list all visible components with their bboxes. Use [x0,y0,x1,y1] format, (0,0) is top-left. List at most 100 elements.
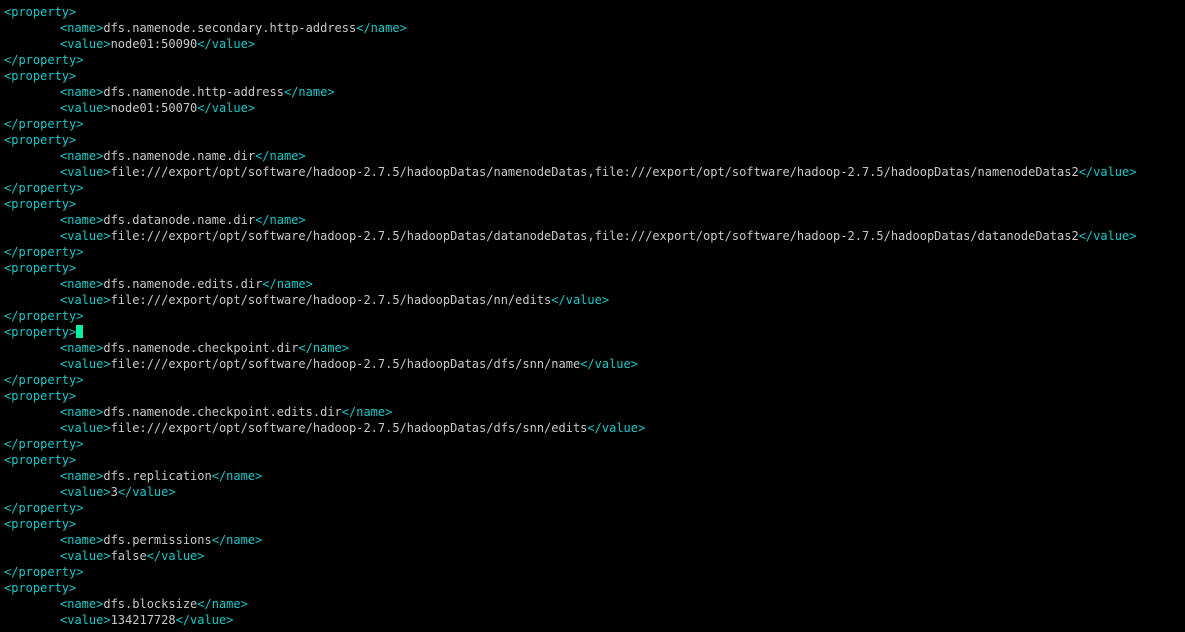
code-line: <property> [4,388,1181,404]
xml-tag: </value> [587,421,645,435]
code-line: <name>dfs.namenode.edits.dir</name> [4,276,1181,292]
xml-tag: <value> [60,293,111,307]
code-line: <value>file:///export/opt/software/hadoo… [4,356,1181,372]
xml-tag: <name> [60,597,103,611]
xml-tag: </name> [255,213,306,227]
xml-tag: <name> [60,213,103,227]
code-line: <value>node01:50070</value> [4,100,1181,116]
xml-tag: <name> [60,533,103,547]
xml-tag: </name> [298,341,349,355]
xml-tag: </value> [1079,165,1137,179]
xml-tag: </property> [4,181,83,195]
xml-tag: </value> [1079,229,1137,243]
xml-tag: </name> [197,597,248,611]
xml-tag: </property> [4,117,83,131]
xml-text: dfs.replication [103,469,211,483]
code-line: <value>file:///export/opt/software/hadoo… [4,164,1181,180]
xml-tag: </property> [4,565,83,579]
xml-tag: <value> [60,549,111,563]
code-line: <property> [4,580,1181,596]
xml-text: dfs.namenode.edits.dir [103,277,262,291]
code-line: </property> [4,308,1181,324]
xml-text: node01:50070 [111,101,198,115]
xml-tag: </property> [4,53,83,67]
xml-text: dfs.permissions [103,533,211,547]
code-line: <value>3</value> [4,484,1181,500]
xml-tag: </property> [4,373,83,387]
xml-tag: </property> [4,245,83,259]
xml-tag: <name> [60,341,103,355]
xml-tag: </value> [580,357,638,371]
code-line: <property> [4,260,1181,276]
xml-tag: </value> [197,37,255,51]
code-line: <name>dfs.namenode.http-address</name> [4,84,1181,100]
code-line: <property> [4,324,1181,340]
code-line: <property> [4,4,1181,20]
xml-tag: <value> [60,613,111,627]
xml-tag: </name> [212,533,263,547]
code-line: </property> [4,564,1181,580]
xml-text: file:///export/opt/software/hadoop-2.7.5… [111,357,581,371]
code-line: </property> [4,436,1181,452]
code-line: <name>dfs.namenode.name.dir</name> [4,148,1181,164]
xml-tag: <value> [60,421,111,435]
code-line: <name>dfs.blocksize</name> [4,596,1181,612]
xml-tag: <property> [4,261,76,275]
xml-text: dfs.datanode.name.dir [103,213,255,227]
code-line: <value>false</value> [4,548,1181,564]
code-line: </property> [4,244,1181,260]
code-line: <value>file:///export/opt/software/hadoo… [4,228,1181,244]
code-line: <value>file:///export/opt/software/hadoo… [4,420,1181,436]
xml-tag: </name> [212,469,263,483]
xml-text: dfs.namenode.checkpoint.edits.dir [103,405,341,419]
xml-tag: <property> [4,453,76,467]
xml-text: node01:50090 [111,37,198,51]
code-line: </property> [4,180,1181,196]
xml-tag: <property> [4,5,76,19]
xml-text: 134217728 [111,613,176,627]
xml-tag: <name> [60,405,103,419]
code-line: </property> [4,52,1181,68]
code-line: <name>dfs.namenode.checkpoint.dir</name> [4,340,1181,356]
xml-tag: <value> [60,485,111,499]
xml-text: file:///export/opt/software/hadoop-2.7.5… [111,293,552,307]
xml-text: file:///export/opt/software/hadoop-2.7.5… [111,165,1079,179]
xml-tag: </name> [262,277,313,291]
xml-text: file:///export/opt/software/hadoop-2.7.5… [111,229,1079,243]
xml-tag: </property> [4,501,83,515]
xml-text: dfs.namenode.name.dir [103,149,255,163]
code-line: <property> [4,196,1181,212]
xml-tag: <name> [60,277,103,291]
code-line: <name>dfs.datanode.name.dir</name> [4,212,1181,228]
xml-tag: </property> [4,437,83,451]
xml-text: dfs.namenode.checkpoint.dir [103,341,298,355]
code-line: <name>dfs.namenode.checkpoint.edits.dir<… [4,404,1181,420]
xml-tag: <property> [4,389,76,403]
xml-text: file:///export/opt/software/hadoop-2.7.5… [111,421,588,435]
text-cursor [76,325,83,338]
xml-tag: </name> [255,149,306,163]
xml-tag: <property> [4,517,76,531]
code-line: <value>node01:50090</value> [4,36,1181,52]
code-line: <value>file:///export/opt/software/hadoo… [4,292,1181,308]
xml-tag: <property> [4,581,76,595]
code-line: <property> [4,452,1181,468]
xml-tag: </value> [118,485,176,499]
xml-tag: </value> [147,549,205,563]
code-line: </property> [4,116,1181,132]
code-line: <name>dfs.namenode.secondary.http-addres… [4,20,1181,36]
xml-tag: <value> [60,37,111,51]
terminal-editor[interactable]: <property><name>dfs.namenode.secondary.h… [0,0,1185,632]
xml-tag: <property> [4,325,76,339]
xml-tag: </value> [551,293,609,307]
xml-tag: <name> [60,85,103,99]
xml-tag: </value> [197,101,255,115]
code-line: <name>dfs.replication</name> [4,468,1181,484]
xml-tag: <property> [4,133,76,147]
xml-tag: <name> [60,469,103,483]
xml-tag: </value> [176,613,234,627]
xml-text: 3 [111,485,118,499]
xml-tag: </name> [342,405,393,419]
code-line: <name>dfs.permissions</name> [4,532,1181,548]
xml-tag: <value> [60,101,111,115]
